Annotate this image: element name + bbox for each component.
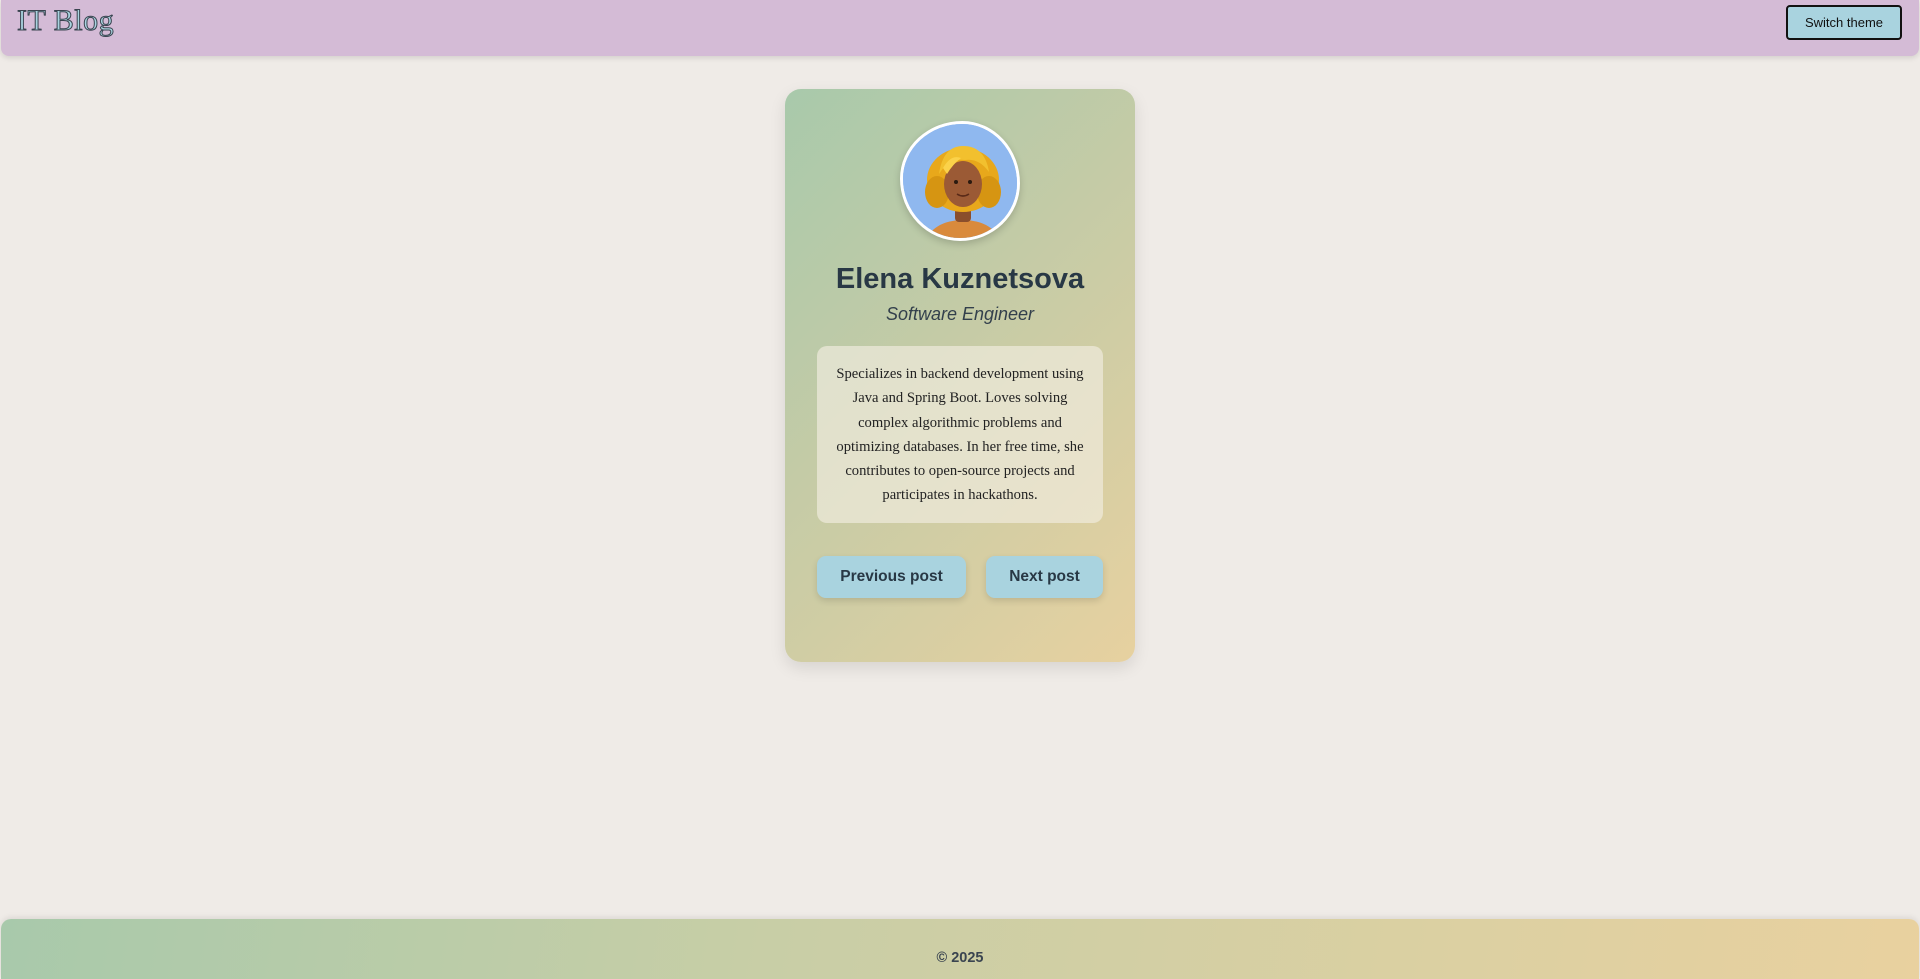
next-post-button[interactable]: Next post — [986, 556, 1103, 598]
previous-post-button[interactable]: Previous post — [817, 556, 966, 598]
site-header: IT Blog Switch theme — [1, 0, 1919, 56]
profile-role: Software Engineer — [885, 304, 1035, 324]
site-logo[interactable]: IT Blog — [16, 4, 114, 38]
switch-theme-button[interactable]: Switch theme — [1786, 5, 1902, 40]
copyright-text: © 2025 — [936, 950, 984, 966]
profile-name: Elena Kuznetsova — [835, 263, 1085, 295]
profile-bio: Specializes in backend development using… — [817, 346, 1103, 523]
avatar — [900, 121, 1020, 241]
woman-avatar-icon — [903, 124, 1017, 238]
site-footer: © 2025 — [1, 919, 1919, 979]
profile-card: Elena Kuznetsova Software Engineer Speci… — [785, 89, 1135, 662]
